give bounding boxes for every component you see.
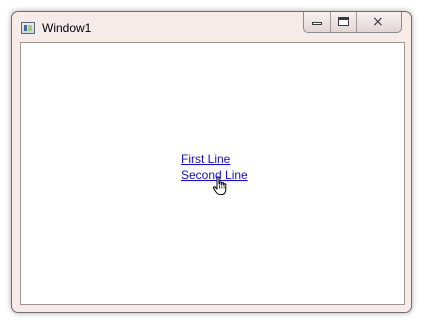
- close-button[interactable]: ×: [357, 12, 401, 32]
- maximize-button[interactable]: [331, 12, 357, 32]
- close-icon: ×: [372, 14, 384, 30]
- main-window: Window1 × First Line Second Line: [11, 11, 412, 313]
- window-title: Window1: [42, 21, 92, 35]
- title-bar[interactable]: Window1 ×: [12, 12, 411, 42]
- app-window-icon[interactable]: [21, 22, 35, 34]
- client-area: First Line Second Line: [20, 42, 405, 305]
- window-controls: ×: [303, 12, 402, 33]
- minimize-icon: [312, 22, 322, 25]
- maximize-icon: [338, 17, 349, 26]
- hand-pointer-icon: [212, 176, 227, 195]
- minimize-button[interactable]: [304, 12, 331, 32]
- first-line-link[interactable]: First Line: [181, 151, 248, 167]
